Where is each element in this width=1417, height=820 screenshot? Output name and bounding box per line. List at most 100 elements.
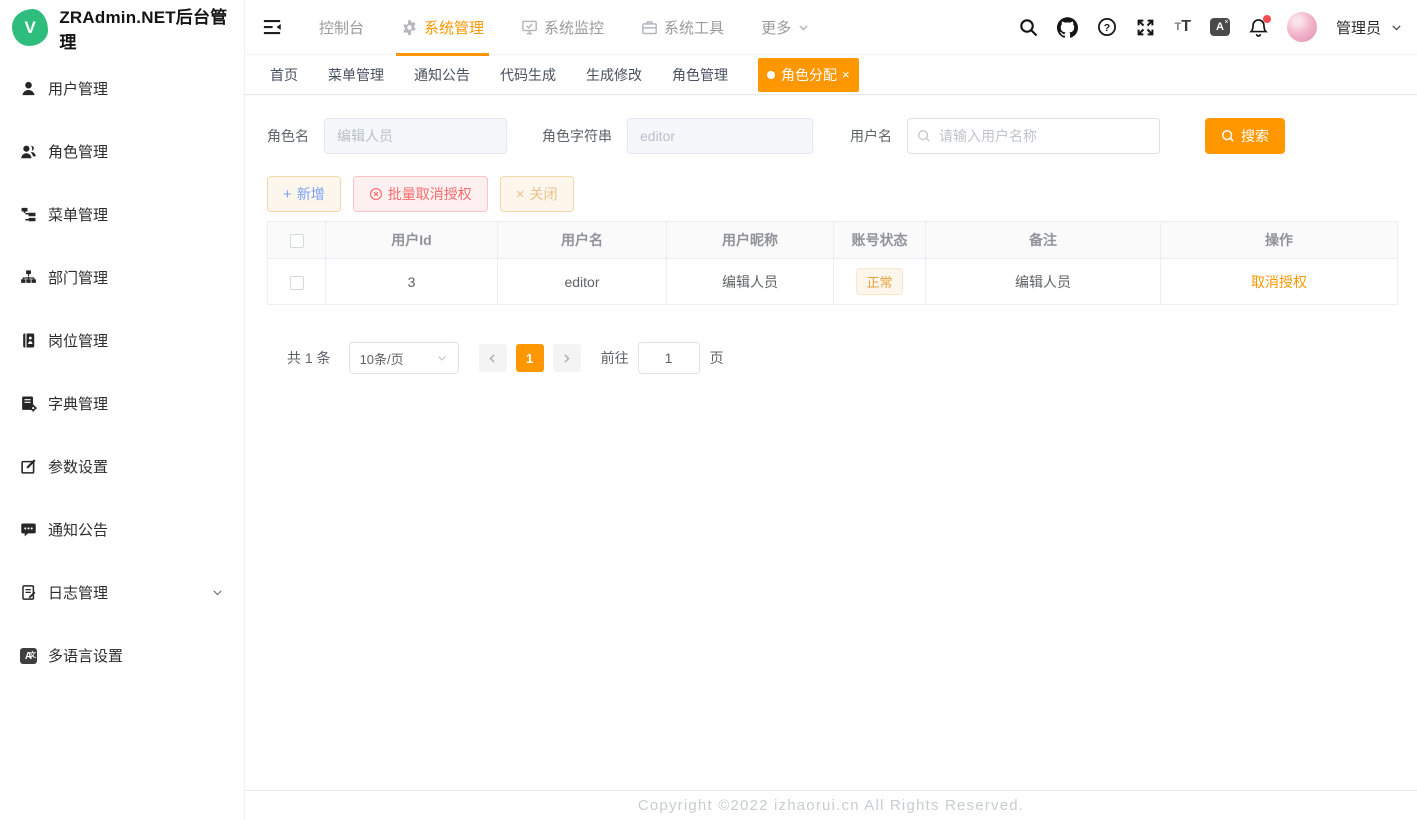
nav-item-console[interactable]: 控制台 bbox=[319, 0, 364, 55]
nav-item-more[interactable]: 更多 bbox=[761, 0, 810, 55]
revoke-auth-link[interactable]: 取消授权 bbox=[1251, 274, 1307, 290]
nav-item-system-monitor[interactable]: 系统监控 bbox=[521, 0, 604, 55]
select-all-checkbox[interactable] bbox=[290, 234, 304, 248]
sidebar-item-label: 角色管理 bbox=[48, 141, 108, 162]
tab-role-mgmt[interactable]: 角色管理 bbox=[672, 65, 728, 85]
users-icon bbox=[20, 143, 37, 160]
top-navbar: 控制台 系统管理 系统监控 系统工具 更多 bbox=[245, 0, 1417, 55]
translate-icon[interactable]: Aˣ bbox=[1210, 18, 1230, 36]
sitemap-icon bbox=[20, 269, 37, 286]
chevron-down-icon bbox=[211, 586, 224, 599]
navbar-tools: ? TT Aˣ 管理员 bbox=[1019, 12, 1417, 42]
search-icon[interactable] bbox=[1019, 18, 1038, 37]
role-name-label: 角色名 bbox=[267, 126, 309, 146]
user-name-input-wrap bbox=[907, 118, 1160, 154]
sidebar-collapse-icon[interactable] bbox=[262, 17, 282, 37]
tab-active-dot bbox=[767, 71, 775, 79]
page-size-select[interactable]: 10条/页 bbox=[349, 342, 459, 374]
goto-suffix: 页 bbox=[710, 348, 724, 368]
cell-remark: 编辑人员 bbox=[926, 259, 1161, 305]
sidebar-item-language-settings[interactable]: A文 多语言设置 bbox=[0, 624, 244, 687]
chevron-down-icon bbox=[436, 352, 448, 364]
prev-page-button[interactable] bbox=[479, 344, 507, 372]
sidebar: V ZRAdmin.NET后台管理 用户管理 角色管理 菜单管理 bbox=[0, 0, 245, 820]
gear-icon bbox=[401, 19, 418, 36]
cell-status: 正常 bbox=[834, 259, 926, 305]
search-icon bbox=[917, 129, 931, 143]
user-icon bbox=[20, 80, 37, 97]
app-logo-row[interactable]: V ZRAdmin.NET后台管理 bbox=[0, 0, 244, 55]
header-actions: 操作 bbox=[1161, 222, 1398, 259]
close-icon: × bbox=[516, 187, 525, 202]
sidebar-item-label: 岗位管理 bbox=[48, 330, 108, 351]
nav-item-system-tools[interactable]: 系统工具 bbox=[641, 0, 724, 55]
close-button[interactable]: × 关闭 bbox=[500, 176, 574, 212]
header-user-name: 用户名 bbox=[498, 222, 667, 259]
sidebar-item-label: 部门管理 bbox=[48, 267, 108, 288]
user-name-label: 用户名 bbox=[850, 126, 892, 146]
svg-text:?: ? bbox=[1104, 22, 1110, 34]
user-menu[interactable]: 管理员 bbox=[1336, 17, 1403, 38]
search-button[interactable]: 搜索 bbox=[1205, 118, 1285, 154]
sidebar-item-dept-mgmt[interactable]: 部门管理 bbox=[0, 246, 244, 309]
avatar[interactable] bbox=[1287, 12, 1317, 42]
sidebar-item-dict-mgmt[interactable]: 字典管理 bbox=[0, 372, 244, 435]
notification-bell-icon[interactable] bbox=[1249, 18, 1268, 37]
font-size-icon[interactable]: TT bbox=[1174, 18, 1191, 36]
sidebar-item-label: 用户管理 bbox=[48, 78, 108, 99]
sidebar-item-log-mgmt[interactable]: 日志管理 bbox=[0, 561, 244, 624]
sidebar-item-user-mgmt[interactable]: 用户管理 bbox=[0, 57, 244, 120]
pagination-total: 共 1 条 bbox=[287, 348, 331, 368]
toolbar: + 新增 批量取消授权 × 关闭 bbox=[267, 176, 1397, 212]
help-icon[interactable]: ? bbox=[1097, 17, 1117, 37]
sidebar-item-menu-mgmt[interactable]: 菜单管理 bbox=[0, 183, 244, 246]
batch-revoke-button[interactable]: 批量取消授权 bbox=[353, 176, 488, 212]
sidebar-menu: 用户管理 角色管理 菜单管理 部门管理 岗位管理 bbox=[0, 55, 244, 687]
sidebar-item-post-mgmt[interactable]: 岗位管理 bbox=[0, 309, 244, 372]
filter-form: 角色名 角色字符串 用户名 搜索 bbox=[267, 118, 1397, 154]
chevron-down-icon bbox=[797, 21, 810, 34]
page-content: 角色名 角色字符串 用户名 搜索 + 新增 bbox=[245, 118, 1417, 374]
user-name-input[interactable] bbox=[907, 118, 1160, 154]
tab-role-assign-active[interactable]: 角色分配 × bbox=[758, 58, 859, 92]
next-page-button[interactable] bbox=[553, 344, 581, 372]
copyright-text: Copyright ©2022 izhaorui.cn All Rights R… bbox=[638, 797, 1024, 814]
cancel-circle-icon bbox=[369, 187, 383, 201]
goto-label: 前往 bbox=[601, 348, 629, 368]
nav-item-system-mgmt[interactable]: 系统管理 bbox=[401, 0, 484, 55]
header-select-all bbox=[268, 222, 326, 259]
sidebar-item-role-mgmt[interactable]: 角色管理 bbox=[0, 120, 244, 183]
pagination: 共 1 条 10条/页 1 前往 页 bbox=[287, 342, 1397, 374]
role-key-input bbox=[627, 118, 813, 154]
tab-home[interactable]: 首页 bbox=[270, 65, 298, 85]
nav-item-label: 系统管理 bbox=[424, 17, 484, 38]
edit-icon bbox=[20, 458, 37, 475]
chevron-down-icon bbox=[1390, 21, 1403, 34]
plus-icon: + bbox=[283, 187, 292, 202]
sidebar-item-label: 日志管理 bbox=[48, 582, 108, 603]
logo-letter: V bbox=[25, 18, 36, 38]
batch-revoke-label: 批量取消授权 bbox=[388, 184, 472, 204]
monitor-icon bbox=[521, 19, 538, 36]
tab-bar: 首页 菜单管理 通知公告 代码生成 生成修改 角色管理 角色分配 × bbox=[245, 55, 1417, 95]
cell-actions: 取消授权 bbox=[1161, 259, 1398, 305]
table-row: 3 editor 编辑人员 正常 编辑人员 取消授权 bbox=[268, 259, 1398, 305]
current-page-button[interactable]: 1 bbox=[516, 344, 544, 372]
tab-gen-edit[interactable]: 生成修改 bbox=[586, 65, 642, 85]
dictionary-icon bbox=[20, 395, 37, 412]
add-button[interactable]: + 新增 bbox=[267, 176, 341, 212]
fullscreen-icon[interactable] bbox=[1136, 18, 1155, 37]
goto-page-input[interactable] bbox=[638, 342, 700, 374]
sidebar-item-label: 字典管理 bbox=[48, 393, 108, 414]
row-checkbox[interactable] bbox=[290, 276, 304, 290]
tab-close-icon[interactable]: × bbox=[842, 68, 850, 81]
tab-code-gen[interactable]: 代码生成 bbox=[500, 65, 556, 85]
tab-notice[interactable]: 通知公告 bbox=[414, 65, 470, 85]
message-icon bbox=[20, 521, 37, 538]
github-icon[interactable] bbox=[1057, 17, 1078, 38]
sidebar-item-param-settings[interactable]: 参数设置 bbox=[0, 435, 244, 498]
sidebar-item-notice[interactable]: 通知公告 bbox=[0, 498, 244, 561]
tab-menu-mgmt[interactable]: 菜单管理 bbox=[328, 65, 384, 85]
page-size-value: 10条/页 bbox=[360, 349, 404, 368]
notification-dot bbox=[1263, 15, 1271, 23]
